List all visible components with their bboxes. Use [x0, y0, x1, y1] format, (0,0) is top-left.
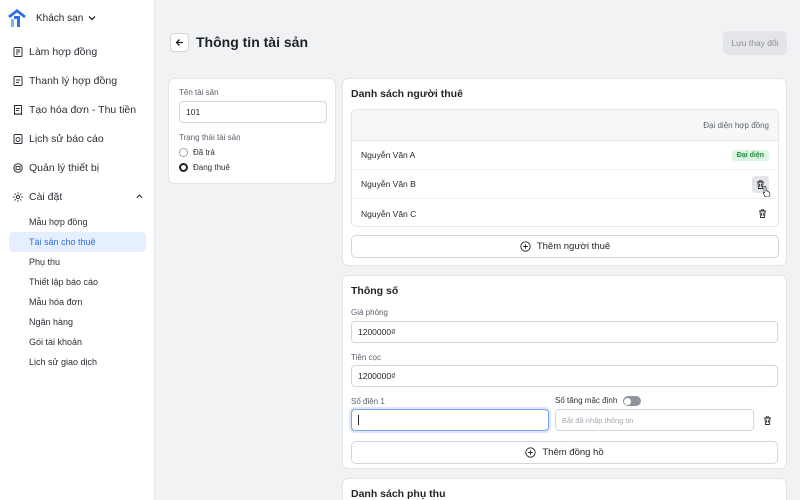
chevron-down-icon [88, 16, 96, 21]
arrow-left-icon [175, 39, 183, 46]
brand-switcher[interactable]: Khách sạn [0, 0, 154, 36]
surcharge-list-card: Danh sách phụ thu [342, 478, 787, 500]
sidebar-item-quan-ly-thiet-bi[interactable]: Quản lý thiết bị [0, 153, 154, 182]
submenu-item-tai-san-cho-thue[interactable]: Tài sản cho thuê [9, 232, 146, 252]
meter-label: Số điện 1 [351, 397, 385, 406]
trash-icon [758, 209, 766, 218]
representative-badge: Đại diện [731, 149, 769, 161]
plus-circle-icon [520, 241, 531, 252]
tenant-table: Đại diện hợp đồng Nguyễn Văn A Đại diện … [351, 109, 779, 227]
room-price-input[interactable]: 1200000₫ [351, 321, 778, 343]
sidebar-item-tao-hoa-don[interactable]: Tạo hóa đơn - Thu tiền [0, 95, 154, 124]
tenant-list-title: Danh sách người thuê [351, 88, 463, 100]
sidebar-item-label: Quản lý thiết bị [29, 161, 100, 174]
status-option-label: Đã trả [193, 148, 215, 157]
parameters-card: Thông số Giá phòng 1200000₫ Tiền cọc 120… [342, 275, 787, 469]
meter-input[interactable] [351, 409, 549, 431]
invoice-icon [12, 104, 24, 116]
sidebar-item-label: Cài đặt [29, 190, 63, 203]
report-history-icon [12, 133, 24, 145]
table-row: Nguyễn Văn C [352, 199, 778, 226]
deposit-input[interactable]: 1200000₫ [351, 365, 778, 387]
radio-checked[interactable] [179, 163, 188, 172]
sidebar-item-lam-hop-dong[interactable]: Làm hợp đồng [0, 37, 154, 66]
sidebar-item-cai-dat[interactable]: Cài đặt [0, 182, 154, 211]
tenant-list-card: Danh sách người thuê Đại diện hợp đồng N… [342, 78, 787, 266]
add-tenant-label: Thêm người thuê [536, 241, 611, 252]
asset-name-label: Tên tài sản [179, 88, 219, 97]
text-cursor [358, 415, 359, 425]
submenu-item-mau-hop-dong[interactable]: Mẫu hợp đồng [9, 212, 146, 232]
page-title: Thông tin tài sản [196, 34, 308, 50]
room-price-label: Giá phòng [351, 308, 388, 317]
deposit-label: Tiền cọc [351, 353, 381, 362]
delete-tenant-button[interactable] [755, 207, 769, 221]
add-tenant-button[interactable]: Thêm người thuê [351, 235, 779, 258]
submenu-item-phu-thu[interactable]: Phụ thu [9, 252, 146, 272]
table-row: Nguyễn Văn B [352, 170, 778, 199]
contract-icon [12, 46, 24, 58]
sidebar-item-label: Lịch sử báo cáo [29, 132, 104, 145]
tenant-name: Nguyễn Văn A [361, 150, 416, 160]
chevron-up-icon [136, 194, 143, 199]
contract-end-icon [12, 75, 24, 87]
sidebar-item-label: Làm hợp đồng [29, 45, 98, 58]
app-logo-icon [8, 9, 26, 27]
plus-circle-icon [525, 447, 537, 458]
status-radio-renting[interactable]: Đang thuê [179, 163, 325, 172]
submenu-item-thiet-lap-bao-cao[interactable]: Thiết lập báo cáo [9, 272, 146, 292]
default-increase-label: Số tăng mặc định [555, 396, 618, 406]
tenant-table-header: Đại diện hợp đồng [352, 110, 778, 141]
gear-icon [12, 191, 24, 203]
asset-info-card: Tên tài sản 101 Trạng thái tài sản Đã tr… [168, 78, 336, 184]
table-row: Nguyễn Văn A Đại diện [352, 141, 778, 170]
tenant-name: Nguyễn Văn B [361, 179, 416, 189]
settings-submenu: Mẫu hợp đồng Tài sản cho thuê Phụ thu Th… [0, 212, 154, 372]
tenant-name: Nguyễn Văn C [361, 208, 417, 219]
asset-name-input[interactable]: 101 [179, 101, 327, 123]
default-increase-group: Số tăng mặc định [555, 396, 641, 406]
parameters-title: Thông số [351, 285, 399, 297]
add-meter-label: Thêm đồng hồ [542, 447, 604, 458]
back-button[interactable] [170, 33, 189, 52]
device-icon [12, 162, 24, 174]
default-increase-toggle[interactable] [622, 396, 641, 406]
default-increase-input[interactable]: Bắt đầ nhập thông tin [555, 409, 754, 431]
submenu-item-lich-su-giao-dich[interactable]: Lịch sử giao dịch [9, 352, 146, 372]
sidebar-item-thanh-ly-hop-dong[interactable]: Thanh lý hợp đồng [0, 66, 154, 95]
sidebar-item-lich-su-bao-cao[interactable]: Lịch sử báo cáo [0, 124, 154, 153]
brand-name: Khách sạn [36, 12, 84, 24]
save-changes-button[interactable]: Lưu thay đổi [723, 31, 787, 55]
submenu-item-ngan-hang[interactable]: Ngân hàng [9, 312, 146, 332]
mouse-pointer-icon [762, 186, 771, 197]
submenu-item-goi-tai-khoan[interactable]: Gói tài khoản [9, 332, 146, 352]
asset-status-label: Trạng thái tài sản [179, 133, 241, 142]
sidebar-item-label: Tạo hóa đơn - Thu tiền [29, 103, 137, 116]
status-radio-returned[interactable]: Đã trả [179, 148, 325, 157]
column-header-representative: Đại diện hợp đồng [703, 120, 769, 130]
surcharge-list-title: Danh sách phụ thu [351, 488, 446, 500]
radio-unchecked[interactable] [179, 148, 188, 157]
add-meter-button[interactable]: Thêm đồng hồ [351, 441, 778, 464]
sidebar-item-label: Thanh lý hợp đồng [29, 74, 118, 87]
submenu-item-mau-hoa-don[interactable]: Mẫu hóa đơn [9, 292, 146, 312]
trash-icon [763, 415, 771, 425]
sidebar: Khách sạn Làm hợp đồng Thanh lý hợp đồng… [0, 0, 155, 500]
delete-meter-button[interactable] [760, 413, 774, 427]
status-option-label: Đang thuê [193, 163, 230, 172]
